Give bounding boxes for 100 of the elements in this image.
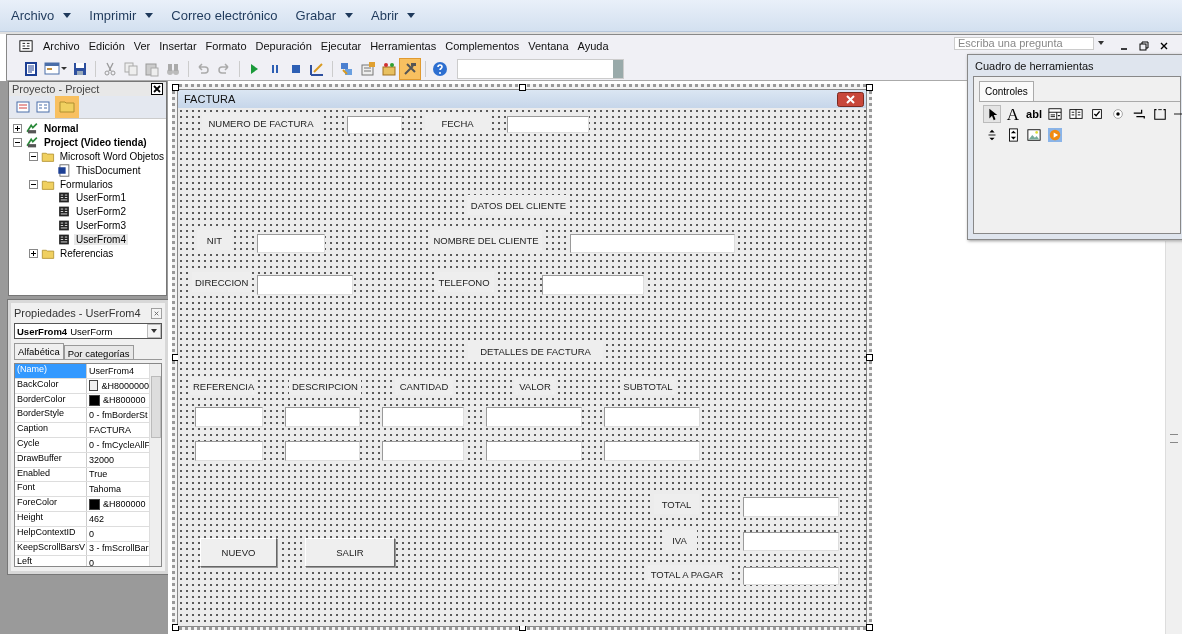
tree-item[interactable]: Referencias: [58, 247, 116, 259]
menu-item[interactable]: Herramientas: [366, 40, 442, 52]
resize-handle[interactable]: [866, 84, 873, 91]
tool-button[interactable]: [1025, 126, 1043, 144]
property-name[interactable]: BorderColor: [15, 393, 87, 408]
property-value[interactable]: 0 - fmBorderSt: [87, 408, 149, 423]
property-name[interactable]: DrawBuffer: [15, 452, 87, 467]
text-box[interactable]: [285, 407, 360, 427]
expand-toggle[interactable]: [29, 248, 38, 258]
property-value[interactable]: Tahoma: [87, 482, 149, 497]
property-value[interactable]: &H800000: [87, 393, 149, 408]
scrollbar[interactable]: [1165, 241, 1182, 634]
tree-item[interactable]: ThisDocument: [74, 164, 143, 176]
combo-field[interactable]: [457, 58, 624, 79]
text-box[interactable]: [604, 441, 700, 461]
form-icon[interactable]: [19, 39, 33, 53]
text-box[interactable]: [257, 275, 353, 295]
property-value[interactable]: UserFrom4: [87, 364, 149, 378]
property-value[interactable]: &H800000: [87, 497, 149, 511]
menu-item[interactable]: Archivo: [39, 40, 85, 52]
property-value[interactable]: 0: [87, 556, 149, 566]
close-icon[interactable]: [1159, 41, 1169, 51]
property-name[interactable]: Caption: [15, 423, 87, 437]
expand-toggle[interactable]: [29, 179, 38, 189]
text-box[interactable]: [743, 497, 839, 517]
resize-handle[interactable]: [172, 624, 179, 631]
tree-item[interactable]: UserForm2: [74, 206, 128, 218]
property-name[interactable]: HelpContextID: [15, 526, 87, 541]
property-name[interactable]: ForeColor: [15, 497, 87, 511]
tab[interactable]: Por categorías: [63, 345, 134, 359]
tool-button[interactable]: [1046, 105, 1064, 123]
tree-item[interactable]: Microsoft Word Objetos: [57, 151, 166, 162]
command-button[interactable]: Archivo: [4, 4, 79, 27]
tool-button[interactable]: [983, 105, 1001, 123]
text-box[interactable]: [382, 407, 464, 427]
toolbox-icon[interactable]: [400, 58, 420, 79]
menu-item[interactable]: Edición: [84, 40, 130, 52]
text-box[interactable]: [382, 441, 464, 461]
property-name[interactable]: Enabled: [15, 467, 87, 482]
tool-button[interactable]: A: [1004, 105, 1022, 123]
object-dropdown[interactable]: UserFrom4 UserForm: [14, 323, 162, 339]
text-box[interactable]: [486, 407, 582, 427]
menu-item[interactable]: Insertar: [155, 40, 202, 52]
property-name[interactable]: Height: [15, 511, 87, 526]
command-button[interactable]: Correo electrónico: [164, 4, 285, 27]
text-box[interactable]: [507, 116, 589, 133]
property-value[interactable]: &H8000000: [87, 378, 149, 393]
text-box[interactable]: [743, 532, 839, 551]
text-box[interactable]: [195, 407, 263, 427]
text-box[interactable]: [486, 441, 582, 461]
expand-toggle[interactable]: [29, 152, 38, 161]
close-icon[interactable]: [837, 91, 864, 107]
view-code-icon[interactable]: [15, 99, 31, 115]
text-box[interactable]: [743, 567, 839, 585]
tree-item[interactable]: Formularios: [58, 178, 115, 190]
tree-item[interactable]: UserFrom4: [74, 233, 128, 245]
tree-item[interactable]: Project (Video tienda): [42, 137, 149, 149]
view-object-icon[interactable]: [35, 99, 51, 115]
restore-icon[interactable]: [1139, 41, 1149, 51]
tab[interactable]: Alfabética: [14, 343, 64, 359]
property-value[interactable]: True: [87, 467, 149, 482]
property-value[interactable]: FACTURA: [87, 423, 149, 437]
close-icon[interactable]: [151, 83, 163, 95]
menu-item[interactable]: Formato: [201, 40, 252, 52]
menu-item[interactable]: Ventana: [524, 40, 574, 52]
text-box[interactable]: [347, 116, 402, 134]
menu-item[interactable]: Complementos: [441, 40, 525, 52]
text-box[interactable]: [542, 275, 644, 295]
text-box[interactable]: [195, 441, 263, 461]
scrollbar[interactable]: [149, 364, 161, 566]
property-name[interactable]: BackColor: [15, 378, 87, 393]
text-box[interactable]: [257, 234, 325, 253]
text-box[interactable]: [570, 234, 735, 253]
tab[interactable]: Controles: [979, 81, 1034, 101]
command-button[interactable]: Abrir: [364, 4, 423, 27]
expand-toggle[interactable]: [13, 138, 22, 148]
question-field[interactable]: Escriba una pregunta: [954, 36, 1094, 50]
resize-handle[interactable]: [519, 84, 526, 91]
property-value[interactable]: 3 - fmScrollBar: [87, 541, 149, 556]
menu-item[interactable]: Ver: [129, 40, 156, 52]
property-value[interactable]: 32000: [87, 452, 149, 467]
expand-toggle[interactable]: [13, 124, 22, 134]
caret-icon[interactable]: [61, 67, 67, 70]
toggle-folders-button[interactable]: [55, 96, 79, 118]
resize-handle[interactable]: [866, 354, 873, 361]
menu-item[interactable]: Ayuda: [573, 40, 614, 52]
property-name[interactable]: BorderStyle: [15, 408, 87, 423]
property-name[interactable]: Font: [15, 482, 87, 497]
tree-item[interactable]: Normal: [42, 123, 81, 135]
tree-item[interactable]: UserForm3: [74, 219, 128, 231]
command-button[interactable]: SALIR: [305, 538, 395, 567]
text-box[interactable]: [604, 407, 700, 427]
caret-icon[interactable]: [1098, 41, 1104, 45]
tree-item[interactable]: UserForm1: [74, 192, 128, 204]
resize-handle[interactable]: [172, 84, 179, 91]
property-value[interactable]: 0: [87, 526, 149, 541]
property-value[interactable]: 0 - fmCycleAllF: [87, 438, 149, 452]
property-name[interactable]: Left: [15, 556, 87, 566]
resize-handle[interactable]: [866, 624, 873, 631]
tool-button[interactable]: abl: [1025, 105, 1043, 123]
